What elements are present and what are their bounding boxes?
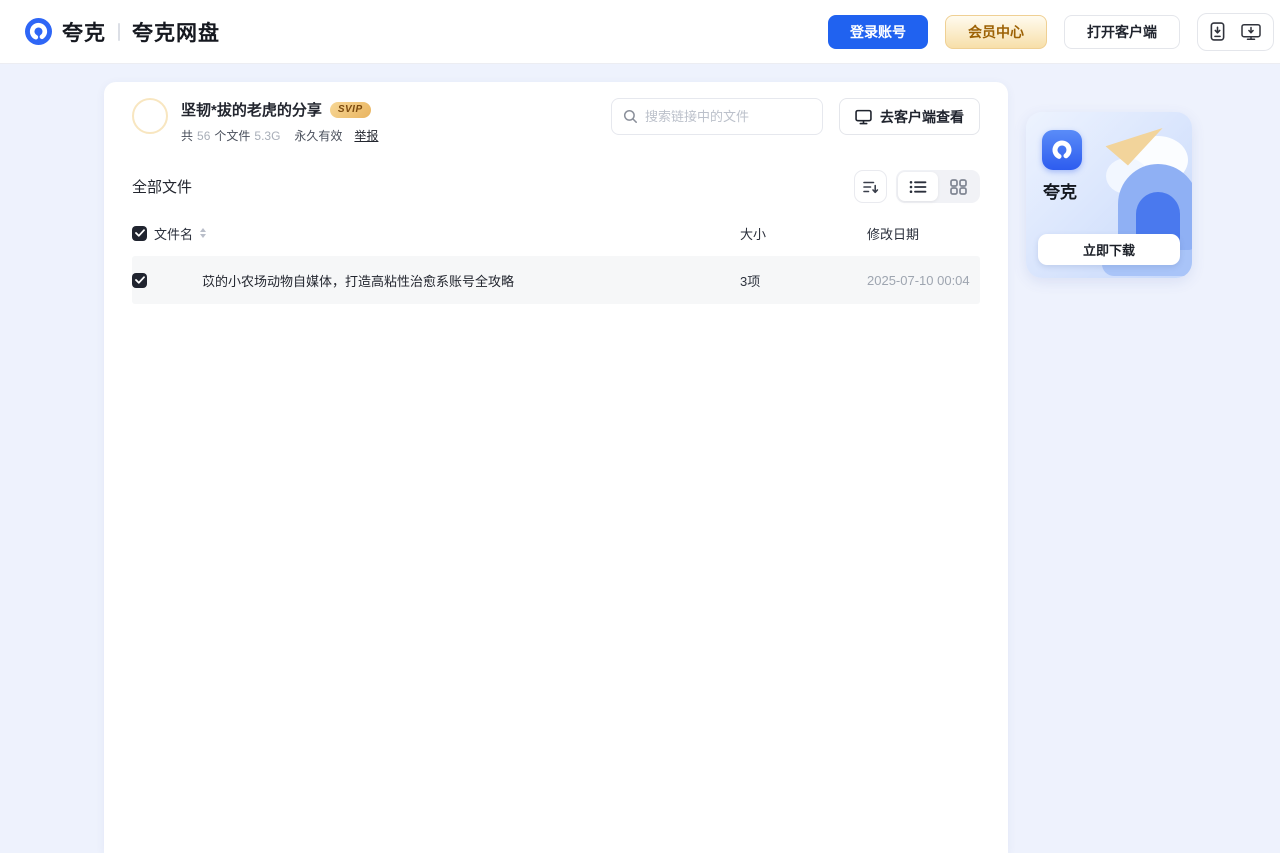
quark-app-icon [1042,130,1082,170]
logo-divider [118,22,120,41]
table-header: 文件名 大小 修改日期 [132,216,980,250]
select-all-checkbox[interactable] [132,225,147,241]
monitor-icon [855,109,872,125]
file-section-bar: 全部文件 [132,170,980,203]
view-in-client-button[interactable]: 去客户端查看 [839,98,980,135]
login-button[interactable]: 登录账号 [828,14,928,49]
share-info: 坚韧*拔的老虎的分享 SVIP 共 56 个文件 5.3G 永久有效 举报 [181,98,378,144]
section-actions [854,170,980,203]
grid-view-icon [949,178,967,195]
search-input-wrapper[interactable] [611,98,823,135]
column-name-label: 文件名 [154,226,194,242]
share-meta: 共 56 个文件 5.3G 永久有效 举报 [181,127,378,144]
header-actions: 登录账号 会员中心 打开客户端 [828,12,1274,51]
file-icon-slot [154,260,194,300]
validity-label: 永久有效 [294,129,343,143]
list-view-button[interactable] [898,172,938,201]
share-header: 坚韧*拔的老虎的分享 SVIP 共 56 个文件 5.3G 永久有效 举报 搜索… [104,82,1008,144]
section-title-all-files: 全部文件 [132,179,193,196]
mobile-download-button[interactable] [1210,22,1225,41]
column-header-name[interactable]: 文件名 [154,224,740,243]
meta-prefix: 共 [181,129,194,143]
share-actions: 去客户端查看 [611,98,980,135]
name-sort-caret-icon [200,228,207,238]
product-name: 夸克网盘 [132,21,220,45]
phone-download-icon [1210,22,1225,41]
file-modified-date: 2025-07-10 00:04 [867,272,970,288]
download-apps-group [1197,12,1274,51]
quark-logo-icon [25,18,52,45]
search-input[interactable] [645,109,811,124]
row-checkbox[interactable] [132,272,147,288]
top-header: 夸克 夸克网盘 登录账号 会员中心 打开客户端 [0,0,1280,64]
download-now-button[interactable]: 立即下载 [1038,234,1180,265]
file-size: 3项 [740,273,761,289]
table-row[interactable]: 苡的小农场动物自媒体，打造高粘性治愈系账号全攻略 3项 2025-07-10 0… [132,256,980,304]
sort-button[interactable] [854,170,887,203]
column-header-modified: 修改日期 [867,226,920,242]
column-header-size: 大小 [740,226,767,242]
file-count: 56 [197,128,211,143]
view-toggle [896,170,980,203]
quark-logo[interactable]: 夸克 夸克网盘 [25,17,220,47]
promo-app-name: 夸克 [1043,183,1077,202]
view-in-client-label: 去客户端查看 [880,108,964,125]
report-link[interactable]: 举报 [354,127,378,144]
svip-badge: SVIP [329,101,371,118]
share-title: 坚韧*拔的老虎的分享 [181,102,322,119]
logo-text: 夸克 [62,21,106,45]
avatar[interactable] [132,98,168,134]
share-card: 坚韧*拔的老虎的分享 SVIP 共 56 个文件 5.3G 永久有效 举报 搜索… [104,82,1008,853]
grid-view-button[interactable] [938,172,978,201]
meta-unit: 个文件 [214,129,251,143]
member-center-button[interactable]: 会员中心 [945,14,1047,49]
total-size: 5.3G [254,128,281,143]
sort-icon [862,179,879,195]
app-promo-card[interactable]: 夸克 立即下载 [1026,112,1192,278]
list-view-icon [909,180,927,194]
monitor-download-icon [1241,23,1261,41]
open-client-button[interactable]: 打开客户端 [1064,14,1180,49]
file-name: 苡的小农场动物自媒体，打造高粘性治愈系账号全攻略 [202,273,515,289]
desktop-download-button[interactable] [1241,23,1261,41]
search-icon [623,109,638,124]
